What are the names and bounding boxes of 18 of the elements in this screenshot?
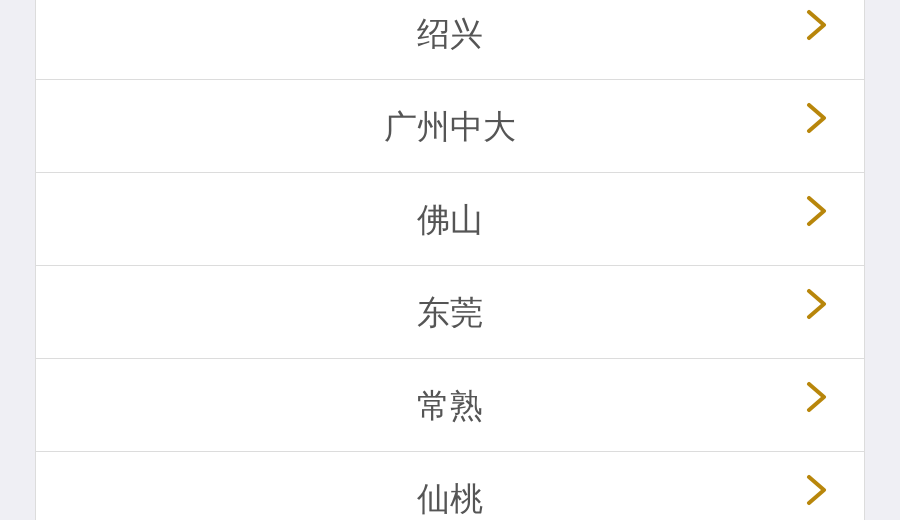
chevron-right-icon — [806, 381, 828, 413]
chevron-right-icon — [806, 195, 828, 227]
city-name: 佛山 — [417, 202, 483, 236]
city-row[interactable]: 佛山 — [35, 173, 865, 266]
chevron-right-icon — [806, 474, 828, 506]
city-name: 东莞 — [417, 296, 483, 328]
city-row[interactable]: 广州中大 — [35, 80, 865, 173]
city-name: 广州中大 — [384, 110, 516, 142]
city-row[interactable]: 绍兴 — [35, 0, 865, 80]
city-name: 绍兴 — [417, 16, 483, 50]
city-name: 仙桃 — [417, 482, 483, 514]
city-row[interactable]: 仙桃 — [35, 452, 865, 520]
chevron-right-icon — [806, 102, 828, 134]
city-row[interactable]: 常熟 — [35, 359, 865, 452]
chevron-right-icon — [806, 288, 828, 320]
chevron-right-icon — [806, 9, 828, 41]
city-row[interactable]: 东莞 — [35, 266, 865, 359]
city-name: 常熟 — [417, 388, 483, 422]
